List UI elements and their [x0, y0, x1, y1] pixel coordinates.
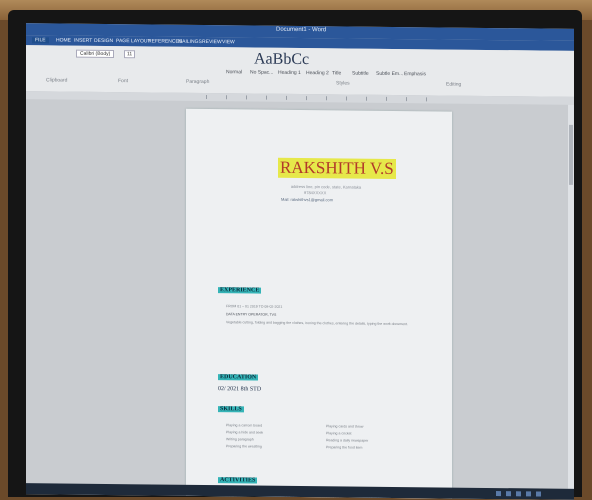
word-window: Document1 - Word FILE HOME INSERT DESIGN… [26, 23, 574, 500]
contact-address: address line, pin code, state, Karnataka [290, 183, 362, 190]
education-heading: EDUCATION [218, 374, 259, 381]
tab-mailings[interactable]: MAILINGS [178, 39, 202, 45]
resume-name: RAKSHITH V.S [278, 157, 396, 180]
style-subtitle[interactable]: Subtitle [352, 71, 369, 77]
education-entry: 02/ 2021 8th STD [218, 386, 262, 393]
tab-insert[interactable]: INSERT [74, 38, 92, 44]
font-size-select[interactable]: 11 [124, 50, 136, 59]
style-no-spacing[interactable]: No Spac... [250, 69, 273, 75]
group-paragraph: Paragraph [186, 78, 210, 86]
group-font: Font [118, 78, 129, 85]
list-item: Preparing the wrestling [226, 444, 262, 449]
style-heading-2[interactable]: Heading 2 [306, 70, 329, 76]
style-normal[interactable]: Normal [226, 69, 242, 75]
skills-left-list: Playing a carrom board Playing a hide an… [226, 422, 263, 450]
scrollbar-thumb[interactable] [569, 124, 573, 185]
taskbar-app-icon[interactable] [496, 491, 501, 497]
exp-role: DATA ENTRY OPERATOR, TVS [226, 312, 277, 317]
tab-view[interactable]: VIEW [222, 39, 235, 45]
style-title[interactable]: Title [332, 70, 341, 76]
exp-dates: FROM 01 – 01 2019 TO 08-02-2021 [226, 304, 283, 309]
skills-right-list: Playing cards and throw Playing a cricke… [326, 423, 368, 451]
taskbar-app-icon[interactable] [506, 491, 511, 497]
vertical-scrollbar[interactable] [568, 104, 574, 489]
taskbar-app-icon[interactable] [516, 491, 521, 497]
taskbar [26, 483, 574, 500]
document-page[interactable]: RAKSHITH V.S address line, pin code, sta… [186, 108, 452, 500]
tab-design[interactable]: DESIGN [94, 38, 113, 44]
activities-heading: ACTIVITIES [218, 477, 258, 484]
group-styles: Styles [336, 80, 350, 87]
tab-page-layout[interactable]: PAGE LAYOUT [116, 38, 151, 44]
group-clipboard: Clipboard [46, 77, 68, 84]
style-emphasis[interactable]: Emphasis [404, 71, 426, 77]
font-name-select[interactable]: Calibri (Body) [76, 49, 115, 59]
contact-phone: 9784XXXXX [304, 190, 327, 196]
tab-file[interactable]: FILE [32, 37, 49, 44]
tab-review[interactable]: REVIEW [202, 39, 222, 45]
tab-home[interactable]: HOME [56, 37, 71, 43]
window-title: Document1 - Word [276, 26, 327, 34]
skills-heading: SKILLS [218, 406, 244, 413]
experience-heading: EXPERIENCE [218, 287, 262, 294]
ribbon: Calibri (Body) 11 AaBbCc Normal No Spac.… [26, 45, 574, 98]
taskbar-app-icon[interactable] [536, 491, 541, 497]
group-editing: Editing [446, 81, 462, 88]
style-subtle-emphasis[interactable]: Subtle Em... [376, 71, 403, 77]
contact-email: Mail: rakshithvs1@gmail.com [281, 196, 334, 203]
list-item: Preparing the food item [326, 445, 363, 450]
style-heading-1[interactable]: Heading 1 [278, 70, 301, 76]
style-heading-preview[interactable]: AaBbCc [254, 51, 309, 70]
exp-description: Vegetable cutting, folding and bagging t… [226, 320, 408, 327]
taskbar-app-icon[interactable] [526, 491, 531, 497]
